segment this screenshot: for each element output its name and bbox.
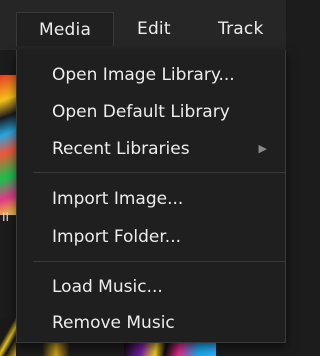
menu-separator xyxy=(33,261,285,262)
menu-item-label: Import Folder... xyxy=(52,227,182,247)
thumbnail-label: II xyxy=(2,210,10,224)
thumbnail-image xyxy=(0,318,16,356)
submenu-arrow-icon: ▶ xyxy=(258,142,267,155)
media-dropdown-menu: Open Image Library... Open Default Libra… xyxy=(16,50,286,343)
menu-separator xyxy=(33,172,285,173)
menu-item-open-image-library[interactable]: Open Image Library... xyxy=(17,58,285,92)
menu-item-import-folder[interactable]: Import Folder... xyxy=(17,220,285,254)
menu-item-label: Open Default Library xyxy=(52,102,230,122)
menu-item-recent-libraries[interactable]: Recent Libraries ▶ xyxy=(17,132,285,166)
menu-track[interactable]: Track xyxy=(218,12,263,46)
menu-item-label: Recent Libraries xyxy=(52,139,190,159)
menu-item-load-music[interactable]: Load Music... xyxy=(17,270,285,304)
menu-item-label: Remove Music xyxy=(52,313,175,333)
thumbnail-image xyxy=(124,343,216,356)
thumbnail-image xyxy=(0,75,16,215)
menu-item-label: Load Music... xyxy=(52,277,163,297)
menu-media[interactable]: Media xyxy=(16,12,114,46)
menu-item-import-image[interactable]: Import Image... xyxy=(17,182,285,216)
menu-item-remove-music[interactable]: Remove Music xyxy=(17,306,285,340)
menu-bar: Media Edit Track xyxy=(0,0,286,50)
menu-edit[interactable]: Edit xyxy=(137,12,171,46)
thumbnail-image xyxy=(42,343,70,356)
menu-item-open-default-library[interactable]: Open Default Library xyxy=(17,95,285,129)
menu-item-label: Open Image Library... xyxy=(52,65,235,85)
menu-item-label: Import Image... xyxy=(52,189,184,209)
